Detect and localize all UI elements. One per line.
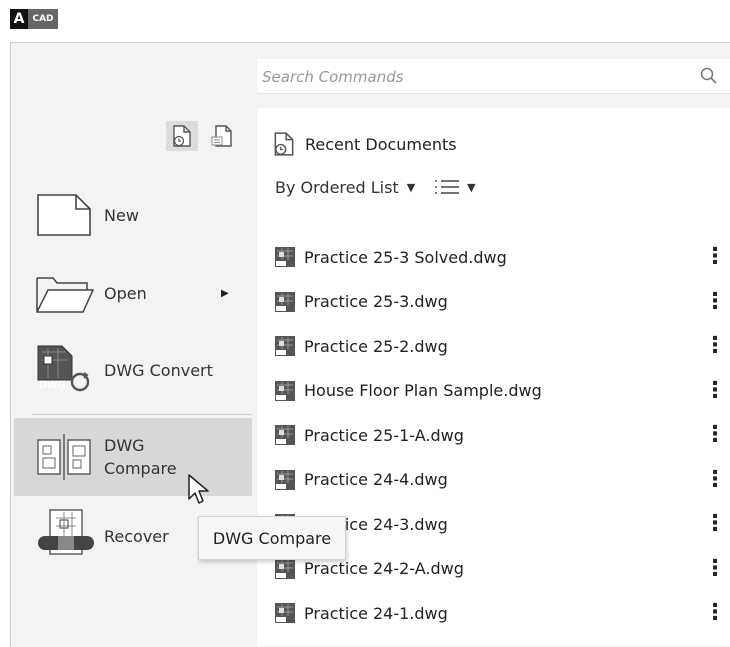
dwg-file-icon bbox=[275, 425, 295, 445]
recent-document-row[interactable]: Practice 24-1.dwg ⋮ bbox=[274, 598, 726, 628]
menu-item-label-line1: DWG bbox=[104, 436, 145, 455]
more-options-icon[interactable]: ⋮ bbox=[704, 246, 726, 268]
more-options-icon[interactable]: ⋮ bbox=[704, 513, 726, 535]
recent-document-row[interactable]: Practice 25-1-A.dwg ⋮ bbox=[274, 420, 726, 450]
chevron-down-icon: ▼ bbox=[467, 180, 476, 194]
recent-document-row[interactable]: Practice 25-3.dwg ⋮ bbox=[274, 287, 726, 317]
recent-document-row[interactable]: House Floor Plan Sample.dwg ⋮ bbox=[274, 376, 726, 406]
view-mode-dropdown[interactable]: ▼ bbox=[433, 177, 476, 197]
menu-item-label: Open bbox=[104, 283, 147, 303]
recent-document-name: Practice 24-3.dwg bbox=[304, 514, 448, 534]
submenu-arrow-icon: ▶ bbox=[221, 287, 229, 299]
recent-documents-icon bbox=[173, 125, 191, 147]
dwg-convert-icon: DWG bbox=[37, 345, 90, 392]
recent-document-name: Practice 25-1-A.dwg bbox=[304, 425, 464, 445]
document-view-toggle bbox=[166, 121, 238, 151]
more-options-icon[interactable]: ⋮ bbox=[704, 290, 726, 312]
recent-document-name: House Floor Plan Sample.dwg bbox=[304, 381, 542, 400]
recent-document-row[interactable]: Practice 25-2.dwg ⋮ bbox=[274, 331, 726, 361]
app-logo-product: CAD bbox=[28, 9, 58, 29]
menu-item-label: Recover bbox=[104, 526, 169, 546]
menu-item-dwg-convert[interactable]: DWG DWG Convert bbox=[14, 344, 252, 396]
recent-document-name: Practice 25-3.dwg bbox=[304, 292, 448, 311]
more-options-icon[interactable]: ⋮ bbox=[704, 424, 726, 446]
recent-document-name: Practice 25-2.dwg bbox=[304, 336, 448, 356]
search-icon[interactable] bbox=[700, 67, 718, 89]
list-view-icon bbox=[435, 180, 460, 194]
recent-document-name: Practice 24-2-A.dwg bbox=[304, 559, 464, 578]
dwg-file-icon bbox=[275, 558, 295, 579]
open-documents-icon bbox=[211, 125, 232, 147]
open-documents-toggle[interactable] bbox=[206, 121, 238, 151]
menu-item-new[interactable]: New bbox=[14, 190, 252, 240]
dwg-file-icon bbox=[275, 469, 295, 490]
sort-controls: By Ordered List ▼ ▼ bbox=[275, 177, 476, 197]
recent-document-name: Practice 24-1.dwg bbox=[304, 603, 448, 623]
menu-item-label: New bbox=[104, 205, 139, 225]
recent-documents-icon bbox=[274, 132, 294, 156]
recent-document-name: Practice 25-3 Solved.dwg bbox=[304, 247, 507, 267]
dwg-file-icon bbox=[275, 336, 295, 356]
app-logo-letter: A bbox=[10, 9, 28, 29]
more-options-icon[interactable]: ⋮ bbox=[704, 557, 726, 579]
menu-item-label-line2: Compare bbox=[104, 459, 177, 478]
tooltip-text: DWG Compare bbox=[212, 528, 332, 548]
app-logo[interactable]: A CAD bbox=[10, 9, 58, 29]
more-options-icon[interactable]: ⋮ bbox=[704, 468, 726, 490]
menu-item-dwg-compare[interactable]: DWG Compare bbox=[14, 418, 252, 496]
dwg-file-icon bbox=[275, 291, 295, 312]
tooltip: DWG Compare bbox=[198, 516, 346, 560]
more-options-icon[interactable]: ⋮ bbox=[704, 335, 726, 357]
dwg-compare-icon bbox=[37, 434, 91, 480]
sort-dropdown[interactable]: By Ordered List ▼ bbox=[275, 178, 415, 197]
dwg-convert-icon-text: DWG bbox=[39, 379, 66, 391]
recent-documents-toggle[interactable] bbox=[166, 121, 198, 151]
recent-document-name: Practice 24-4.dwg bbox=[304, 470, 448, 489]
more-options-icon[interactable]: ⋮ bbox=[704, 602, 726, 624]
new-file-icon bbox=[37, 194, 91, 236]
dwg-file-icon bbox=[275, 603, 295, 623]
search-bar bbox=[257, 59, 730, 94]
menu-separator bbox=[32, 414, 252, 415]
recent-documents-header: Recent Documents bbox=[271, 131, 457, 157]
more-options-icon[interactable]: ⋮ bbox=[704, 379, 726, 401]
chevron-down-icon: ▼ bbox=[406, 180, 416, 194]
recover-icon bbox=[38, 509, 94, 555]
sort-dropdown-label: By Ordered List bbox=[275, 177, 399, 197]
recent-document-row[interactable]: Practice 24-4.dwg ⋮ bbox=[274, 465, 726, 495]
mouse-cursor-icon bbox=[188, 474, 209, 504]
recent-document-row[interactable]: Practice 25-3 Solved.dwg ⋮ bbox=[274, 242, 726, 272]
dwg-file-icon bbox=[275, 247, 295, 267]
search-input[interactable] bbox=[260, 66, 684, 88]
open-folder-icon bbox=[36, 277, 95, 313]
recent-documents-title: Recent Documents bbox=[305, 134, 457, 154]
menu-item-open[interactable]: Open ▶ bbox=[14, 268, 252, 318]
dwg-file-icon bbox=[275, 380, 295, 401]
menu-item-label: DWG Convert bbox=[104, 360, 213, 380]
